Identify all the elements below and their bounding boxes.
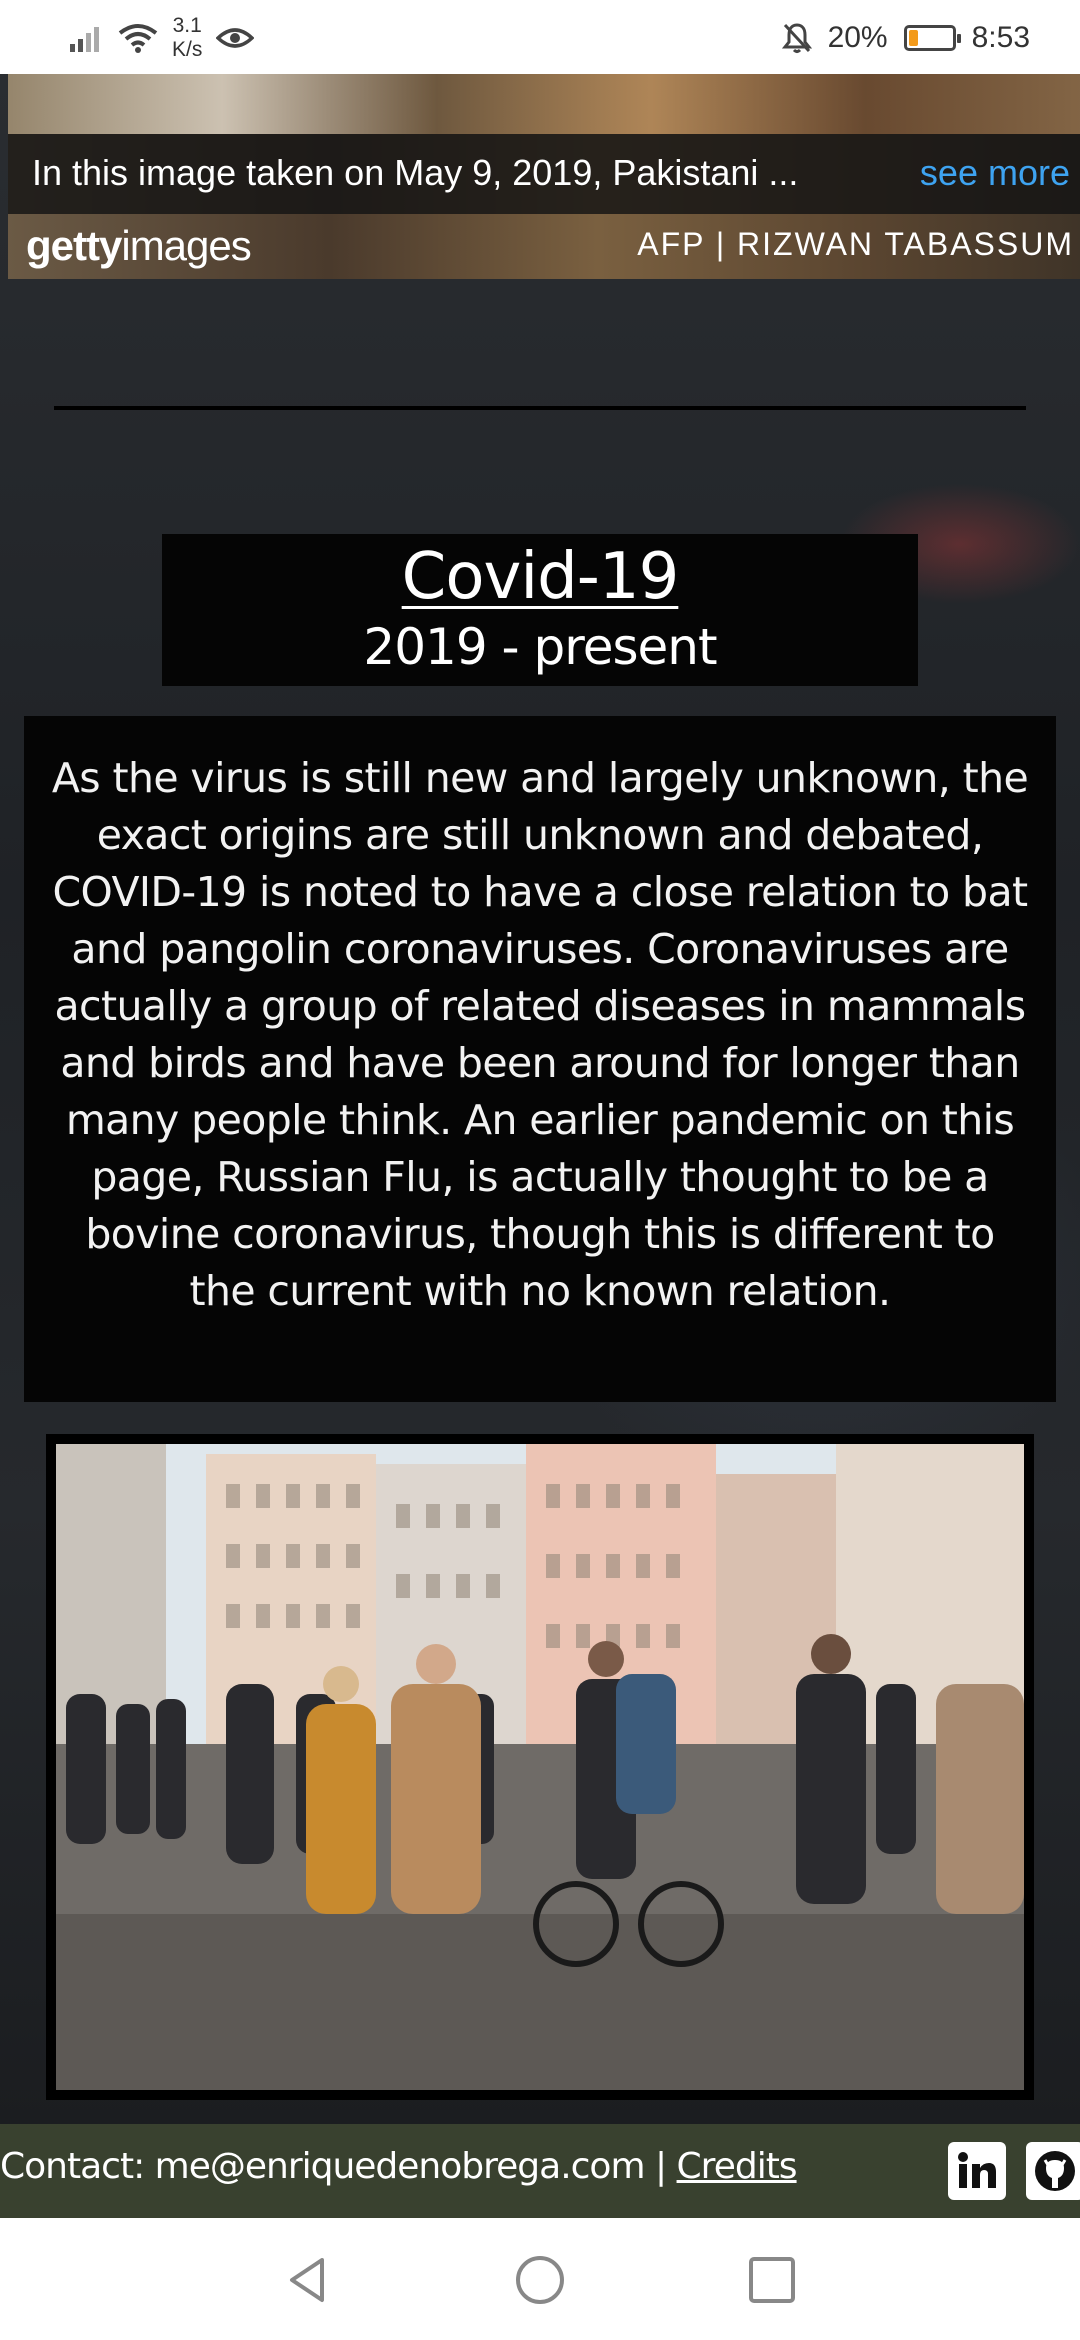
street-scene-illustration — [56, 1444, 1024, 2090]
section-divider — [54, 406, 1026, 410]
getty-logo[interactable]: gettyimages — [26, 222, 252, 270]
getty-caption: In this image taken on May 9, 2019, Paki… — [32, 152, 799, 193]
contact-email[interactable]: Contact: me@enriquedenobrega.com | — [0, 2146, 677, 2187]
linkedin-icon[interactable] — [948, 2142, 1006, 2200]
covid-photo-frame — [46, 1434, 1034, 2100]
status-bar-right: 20% 8:53 — [781, 10, 1030, 66]
clock: 8:53 — [971, 21, 1030, 54]
network-speed: 3.1 K/s — [172, 14, 202, 62]
section-subtitle: 2019 - present — [363, 618, 717, 676]
status-bar-left: 3.1 K/s — [70, 10, 255, 66]
section-body: As the virus is still new and largely un… — [24, 716, 1056, 1402]
getty-image-embed[interactable]: In this image taken on May 9, 2019, Paki… — [8, 74, 1080, 279]
home-icon[interactable] — [514, 2254, 566, 2306]
android-nav-bar — [0, 2218, 1080, 2340]
eye-icon — [216, 28, 255, 48]
status-bar: 3.1 K/s 20% 8:53 — [0, 0, 1080, 74]
credits-link[interactable]: Credits — [677, 2146, 798, 2187]
getty-photo — [8, 74, 1080, 134]
section-title-box: Covid-19 2019 - present — [162, 534, 918, 686]
see-more-link[interactable]: see more — [920, 152, 1070, 194]
getty-logo-bold: getty — [26, 222, 122, 269]
back-icon[interactable] — [282, 2254, 334, 2306]
getty-logo-light: images — [121, 222, 251, 269]
recents-icon[interactable] — [746, 2254, 798, 2306]
footer: Contact: me@enriquedenobrega.com | Credi… — [0, 2124, 1080, 2218]
github-icon[interactable] — [1026, 2142, 1080, 2200]
contact-line: Contact: me@enriquedenobrega.com | Credi… — [0, 2146, 798, 2187]
mute-bell-icon — [781, 23, 812, 53]
battery-fill — [908, 30, 918, 46]
photo-credit: AFP | RIZWAN TABASSUM — [637, 226, 1074, 262]
network-speed-unit: K/s — [172, 38, 203, 61]
signal-icon — [70, 27, 99, 52]
network-speed-value: 3.1 — [172, 14, 202, 37]
wifi-icon — [118, 24, 158, 53]
covid-street-photo — [56, 1444, 1024, 2090]
battery-percent: 20% — [827, 21, 888, 54]
section-title: Covid-19 — [401, 540, 680, 614]
battery-icon — [903, 25, 961, 51]
